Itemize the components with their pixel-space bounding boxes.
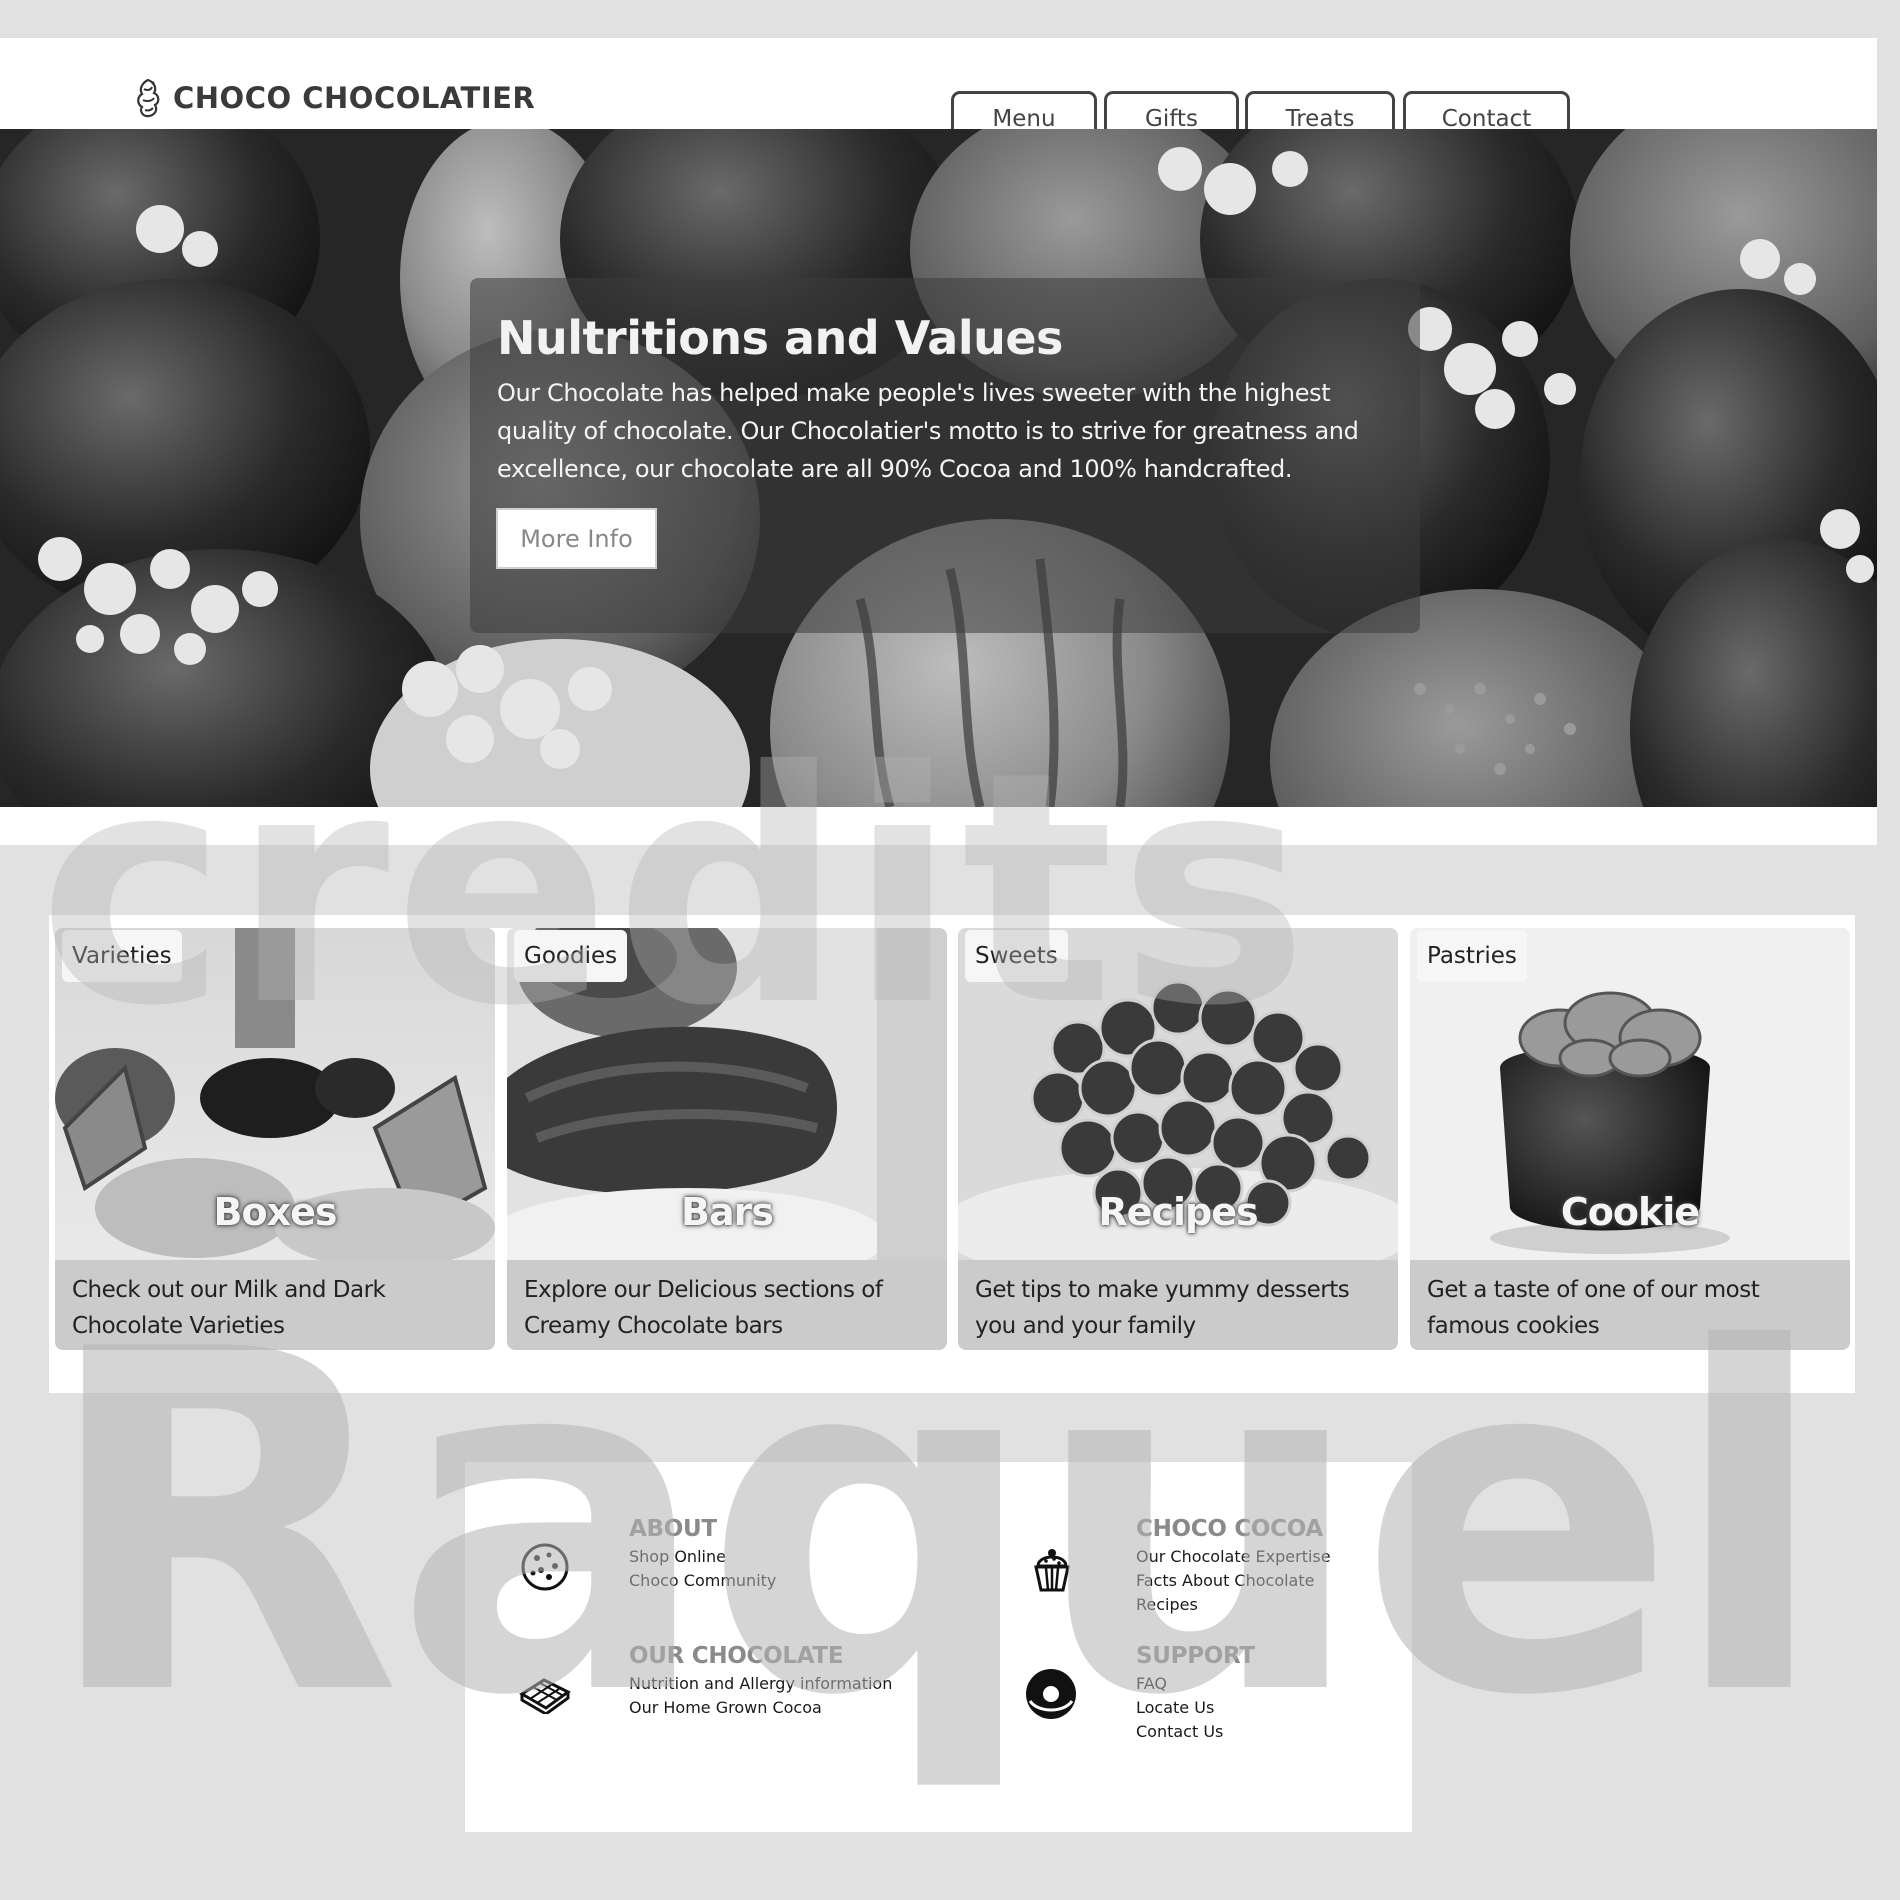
card-tag: Pastries [1417,930,1527,982]
more-info-button[interactable]: More Info [496,508,657,569]
card-title: Boxes [213,1190,338,1234]
brand-logo[interactable]: CHOCO CHOCOLATIER [133,77,535,119]
watermark-credits: credits [38,704,1313,1076]
site-header: CHOCO CHOCOLATIER Menu Gifts Treats Cont… [0,38,1877,147]
card-title: Cookie [1560,1190,1700,1234]
watermark-raquel: Raquel [40,1251,1830,1798]
card-title: Bars [681,1190,774,1234]
hero-description: Our Chocolate has helped make people's l… [497,379,1359,483]
hero-caption-box: Nultritions and Values Our Chocolate has… [470,278,1420,633]
card-title: Recipes [1098,1190,1258,1234]
chocolate-drop-icon [133,77,163,119]
hero-title: Nultritions and Values [497,311,1063,365]
brand-name: CHOCO CHOCOLATIER [173,81,536,115]
